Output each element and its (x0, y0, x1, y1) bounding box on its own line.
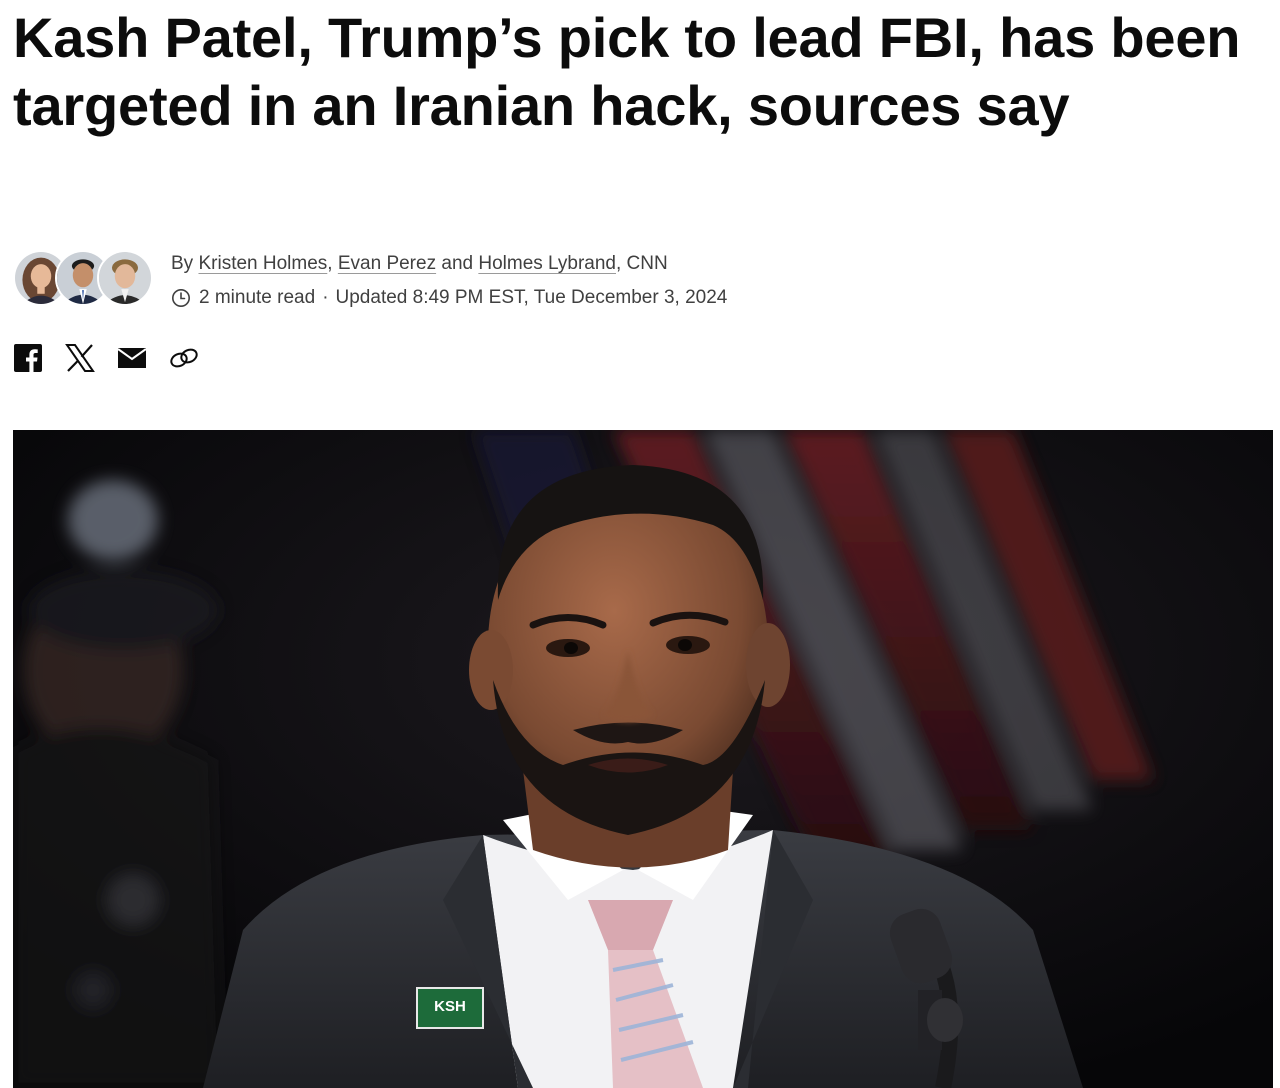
hero-image: KSH (13, 430, 1273, 1088)
byline: By Kristen Holmes, Evan Perez and Holmes… (13, 250, 1013, 310)
lapel-pin: KSH (416, 987, 484, 1029)
x-share-button[interactable] (65, 340, 95, 376)
lapel-pin-text: KSH (434, 998, 466, 1015)
byline-outlet: , CNN (616, 253, 668, 274)
article-meta: 2 minute read · Updated 8:49 PM EST, Tue… (171, 286, 727, 310)
article-headline: Kash Patel, Trump’s pick to lead FBI, ha… (13, 6, 1241, 137)
kash-patel-photo: KSH (13, 430, 1273, 1088)
byline-conjunction: and (441, 253, 474, 274)
byline-prefix: By (171, 253, 194, 274)
author-link-holmes-lybrand[interactable]: Holmes Lybrand (478, 253, 616, 274)
facebook-share-button[interactable] (13, 340, 43, 376)
share-bar (13, 340, 221, 376)
link-icon (170, 348, 198, 368)
x-icon (65, 344, 95, 372)
meta-separator: · (322, 287, 329, 308)
byline-text: By Kristen Holmes, Evan Perez and Holmes… (171, 252, 668, 276)
author-link-kristen-holmes[interactable]: Kristen Holmes (198, 253, 327, 274)
email-share-button[interactable] (117, 340, 147, 376)
byline-comma: , (327, 253, 333, 274)
email-icon (117, 348, 147, 368)
copy-link-button[interactable] (169, 340, 199, 376)
author-link-evan-perez[interactable]: Evan Perez (338, 253, 436, 274)
facebook-icon (14, 344, 42, 372)
author-avatars (13, 250, 155, 310)
clock-icon (172, 289, 190, 307)
read-time: 2 minute read (199, 287, 316, 308)
updated-timestamp: Updated 8:49 PM EST, Tue December 3, 202… (335, 287, 728, 308)
avatar-holmes-lybrand[interactable] (97, 250, 153, 306)
